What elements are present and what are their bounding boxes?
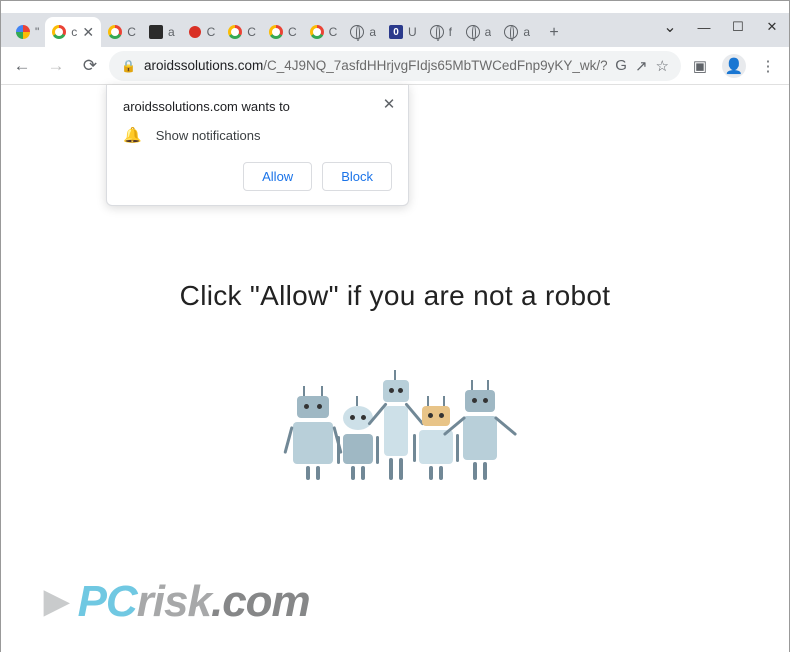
avatar-icon: 👤 [722,54,746,78]
chrome-icon [309,24,325,40]
tab-3[interactable]: a [142,17,181,47]
tab-6[interactable]: C [262,17,303,47]
robot-1 [293,396,333,480]
prompt-permission-row: 🔔 Show notifications [123,126,392,144]
tab-10[interactable]: f [423,17,459,47]
tab-title: a [485,25,492,39]
bookmark-star-icon[interactable]: ☆ [656,51,669,81]
robot-4 [419,406,453,480]
toolbar: ← → ⟳ 🔒 aroidssolutions.com/C_4J9NQ_7asf… [1,47,789,85]
chrome-icon [268,24,284,40]
tab-title: a [369,25,376,39]
tab-overflow-button[interactable]: ⌄ [653,13,687,41]
chrome-icon [107,24,123,40]
lock-icon[interactable]: 🔒 [121,59,136,73]
titlebar [1,1,789,13]
dark-icon [148,24,164,40]
minimize-button[interactable]: — [687,13,721,41]
robot-5 [463,390,497,480]
tab-4[interactable]: C [181,17,222,47]
blue-icon: 0 [388,24,404,40]
address-bar[interactable]: 🔒 aroidssolutions.com/C_4J9NQ_7asfdHHrjv… [109,51,681,81]
tab-title: C [207,25,216,39]
tab-title: c [71,25,77,39]
block-button[interactable]: Block [322,162,392,191]
globe-icon [503,24,519,40]
reload-button[interactable]: ⟳ [75,51,105,81]
tab-title: C [127,25,136,39]
google-icon [15,24,31,40]
new-tab-button[interactable]: + [540,19,568,47]
tab-2[interactable]: C [101,17,142,47]
globe-icon [465,24,481,40]
tab-title: a [523,25,530,39]
tab-title: f [449,25,452,39]
tab-title: C [247,25,256,39]
red-icon [187,24,203,40]
menu-button[interactable]: ⋮ [753,51,783,81]
google-search-icon[interactable]: G [615,51,627,81]
globe-icon [349,24,365,40]
allow-button[interactable]: Allow [243,162,312,191]
robot-2 [343,406,373,480]
chrome-icon [51,24,67,40]
tab-title: U [408,25,417,39]
back-button[interactable]: ← [7,51,37,81]
prompt-buttons: Allow Block [123,162,392,191]
watermark-logo: ►PCrisk.com [35,577,310,627]
reader-mode-icon[interactable]: ▣ [685,51,715,81]
tab-title: a [168,25,175,39]
prompt-close-button[interactable]: ✕ [380,95,398,113]
tab-5[interactable]: C [221,17,262,47]
robot-3 [383,380,409,480]
maximize-button[interactable]: ☐ [721,13,755,41]
url-text: aroidssolutions.com/C_4J9NQ_7asfdHHrjvgF… [144,58,607,73]
tab-title: C [329,25,338,39]
profile-avatar[interactable]: 👤 [719,51,749,81]
tab-8[interactable]: a [343,17,382,47]
page-headline: Click "Allow" if you are not a robot [180,280,611,312]
prompt-permission-label: Show notifications [156,128,261,143]
tab-1-active[interactable]: c✕ [45,17,101,47]
close-icon[interactable]: ✕ [81,25,95,39]
globe-icon [429,24,445,40]
tab-title: " [35,25,39,39]
chrome-icon [227,24,243,40]
share-icon[interactable]: ↗ [635,51,648,81]
forward-button[interactable]: → [41,51,71,81]
tab-7[interactable]: C [303,17,344,47]
prompt-title: aroidssolutions.com wants to [123,99,392,114]
tab-9[interactable]: 0U [382,17,423,47]
page-content: Click "Allow" if you are not a robot [1,85,789,653]
tab-0[interactable]: " [9,17,45,47]
close-window-button[interactable]: ✕ [755,13,789,41]
bell-icon: 🔔 [123,126,142,144]
tab-12[interactable]: a [497,17,536,47]
tab-11[interactable]: a [459,17,498,47]
notification-permission-prompt: ✕ aroidssolutions.com wants to 🔔 Show no… [106,85,409,206]
window-controls: ⌄ — ☐ ✕ [653,13,789,45]
tab-title: C [288,25,297,39]
tab-strip: " c✕ C a C C C C a 0U f a a + ⌄ — ☐ ✕ [1,13,789,47]
robots-illustration [235,330,555,480]
